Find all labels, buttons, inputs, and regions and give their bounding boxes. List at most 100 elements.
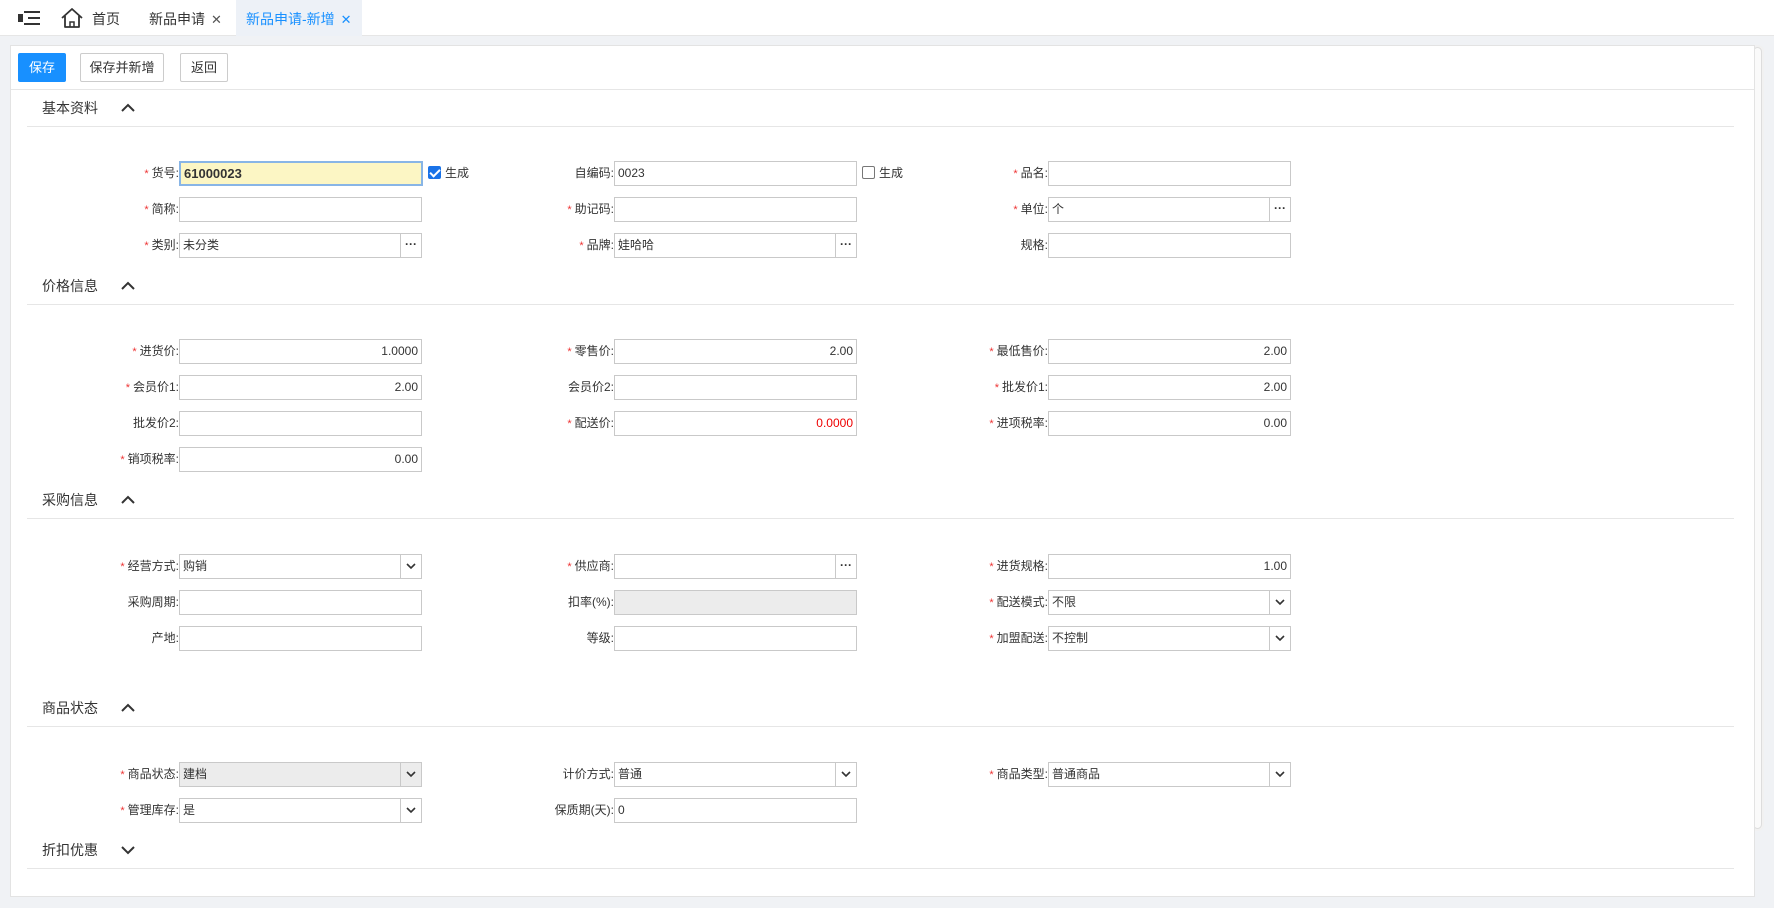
- chevron-down-icon[interactable]: [121, 845, 135, 855]
- grade-label: 等级:: [586, 631, 614, 645]
- franchise-delivery-dropdown[interactable]: [1269, 626, 1291, 651]
- save-and-new-button[interactable]: 保存并新增: [80, 53, 164, 82]
- min-sale-price-input[interactable]: 2.00: [1048, 339, 1291, 364]
- supplier-label: * 供应商:: [567, 559, 614, 573]
- chevron-down-icon: [1275, 599, 1285, 606]
- unit-picker-button[interactable]: ···: [1269, 197, 1291, 222]
- product-state-dropdown: [400, 762, 422, 787]
- section-title: 折扣优惠: [42, 842, 98, 858]
- delivery-price-input[interactable]: 0.0000: [614, 411, 857, 436]
- tab-list-label: 新品申请: [149, 11, 205, 27]
- toolbar: 保存 保存并新增 返回: [11, 46, 1754, 90]
- menu-toggle-icon[interactable]: [18, 9, 40, 27]
- section-basic: 基本资料: [27, 90, 1734, 127]
- purchase-pack-input[interactable]: 1.00: [1048, 554, 1291, 579]
- item-no-label: * 货号:: [144, 166, 179, 180]
- grade-input[interactable]: [614, 626, 857, 651]
- delivery-price-label: * 配送价:: [567, 416, 614, 430]
- delivery-mode-select[interactable]: 不限: [1048, 590, 1270, 615]
- unit-input[interactable]: 个: [1048, 197, 1270, 222]
- product-type-select[interactable]: 普通商品: [1048, 762, 1270, 787]
- category-input[interactable]: 未分类: [179, 233, 401, 258]
- input-tax-rate-input[interactable]: 0.00: [1048, 411, 1291, 436]
- self-code-generate-checkbox[interactable]: 生成: [862, 161, 903, 186]
- wholesale-price1-input[interactable]: 2.00: [1048, 375, 1291, 400]
- business-mode-select[interactable]: 购销: [179, 554, 401, 579]
- member-price2-label: 会员价2:: [567, 380, 614, 394]
- chevron-up-icon[interactable]: [121, 495, 135, 505]
- brand-input[interactable]: 娃哈哈: [614, 233, 836, 258]
- mnemonic-input[interactable]: [614, 197, 857, 222]
- tab-active-label: 新品申请-新增: [246, 11, 335, 27]
- unit-label: * 单位:: [1013, 202, 1048, 216]
- supplier-picker-button[interactable]: ···: [835, 554, 857, 579]
- purchase-price-label: * 进货价:: [132, 344, 179, 358]
- input-tax-rate-label: * 进项税率:: [989, 416, 1048, 430]
- chevron-up-icon[interactable]: [121, 103, 135, 113]
- business-mode-label: * 经营方式:: [120, 559, 179, 573]
- pricing-method-label: 计价方式:: [562, 767, 614, 781]
- pricing-method-select[interactable]: 普通: [614, 762, 836, 787]
- category-label: * 类别:: [144, 238, 179, 252]
- section-price: 价格信息: [27, 268, 1734, 305]
- manage-stock-select[interactable]: 是: [179, 798, 401, 823]
- tab-new-product-add[interactable]: 新品申请-新增 ✕: [236, 0, 362, 36]
- business-mode-dropdown[interactable]: [400, 554, 422, 579]
- spec-input[interactable]: [1048, 233, 1291, 258]
- output-tax-rate-input[interactable]: 0.00: [179, 447, 422, 472]
- chevron-down-icon: [1275, 635, 1285, 642]
- section-status: 商品状态: [27, 690, 1734, 727]
- manage-stock-label: * 管理库存:: [120, 803, 179, 817]
- spec-label: 规格:: [1020, 238, 1048, 252]
- section-title: 商品状态: [42, 700, 98, 716]
- chevron-up-icon[interactable]: [121, 281, 135, 291]
- franchise-delivery-select[interactable]: 不控制: [1048, 626, 1270, 651]
- category-picker-button[interactable]: ···: [400, 233, 422, 258]
- pricing-method-dropdown[interactable]: [835, 762, 857, 787]
- save-button[interactable]: 保存: [18, 53, 66, 82]
- chevron-up-icon[interactable]: [121, 703, 135, 713]
- retail-price-input[interactable]: 2.00: [614, 339, 857, 364]
- franchise-delivery-label: * 加盟配送:: [989, 631, 1048, 645]
- shelf-life-label: 保质期(天):: [554, 803, 614, 817]
- min-sale-price-label: * 最低售价:: [989, 344, 1048, 358]
- purchase-cycle-input[interactable]: [179, 590, 422, 615]
- tab-home[interactable]: 首页: [58, 0, 120, 36]
- chevron-down-icon: [406, 807, 416, 814]
- item-no-input[interactable]: 61000023: [179, 161, 423, 186]
- member-price2-input[interactable]: [614, 375, 857, 400]
- delivery-mode-dropdown[interactable]: [1269, 590, 1291, 615]
- product-type-dropdown[interactable]: [1269, 762, 1291, 787]
- supplier-input[interactable]: [614, 554, 836, 579]
- origin-label: 产地:: [151, 631, 179, 645]
- manage-stock-dropdown[interactable]: [400, 798, 422, 823]
- delivery-mode-label: * 配送模式:: [989, 595, 1048, 609]
- short-name-label: * 简称:: [144, 202, 179, 216]
- product-state-label: * 商品状态:: [120, 767, 179, 781]
- close-icon[interactable]: ✕: [211, 12, 222, 27]
- brand-label: * 品牌:: [579, 238, 614, 252]
- section-title: 价格信息: [42, 278, 98, 294]
- product-type-label: * 商品类型:: [989, 767, 1048, 781]
- purchase-price-input[interactable]: 1.0000: [179, 339, 422, 364]
- home-icon: [61, 8, 83, 28]
- brand-picker-button[interactable]: ···: [835, 233, 857, 258]
- discount-rate-label: 扣率(%):: [568, 595, 614, 609]
- wholesale-price1-label: * 批发价1:: [994, 380, 1048, 394]
- section-title: 采购信息: [42, 492, 98, 508]
- origin-input[interactable]: [179, 626, 422, 651]
- tab-new-product-list[interactable]: 新品申请 ✕: [149, 0, 222, 36]
- name-input[interactable]: [1048, 161, 1291, 186]
- output-tax-rate-label: * 销项税率:: [120, 452, 179, 466]
- discount-rate-input: [614, 590, 857, 615]
- chevron-down-icon: [406, 771, 416, 778]
- shelf-life-input[interactable]: 0: [614, 798, 857, 823]
- close-icon[interactable]: ✕: [341, 12, 352, 27]
- self-code-input[interactable]: 0023: [614, 161, 857, 186]
- short-name-input[interactable]: [179, 197, 422, 222]
- form-panel: 保存 保存并新增 返回 基本资料 * 货号: 61000023 生成 自编码: 0…: [10, 45, 1755, 897]
- back-button[interactable]: 返回: [180, 53, 228, 82]
- member-price1-input[interactable]: 2.00: [179, 375, 422, 400]
- item-no-generate-checkbox[interactable]: 生成: [428, 161, 469, 186]
- wholesale-price2-input[interactable]: [179, 411, 422, 436]
